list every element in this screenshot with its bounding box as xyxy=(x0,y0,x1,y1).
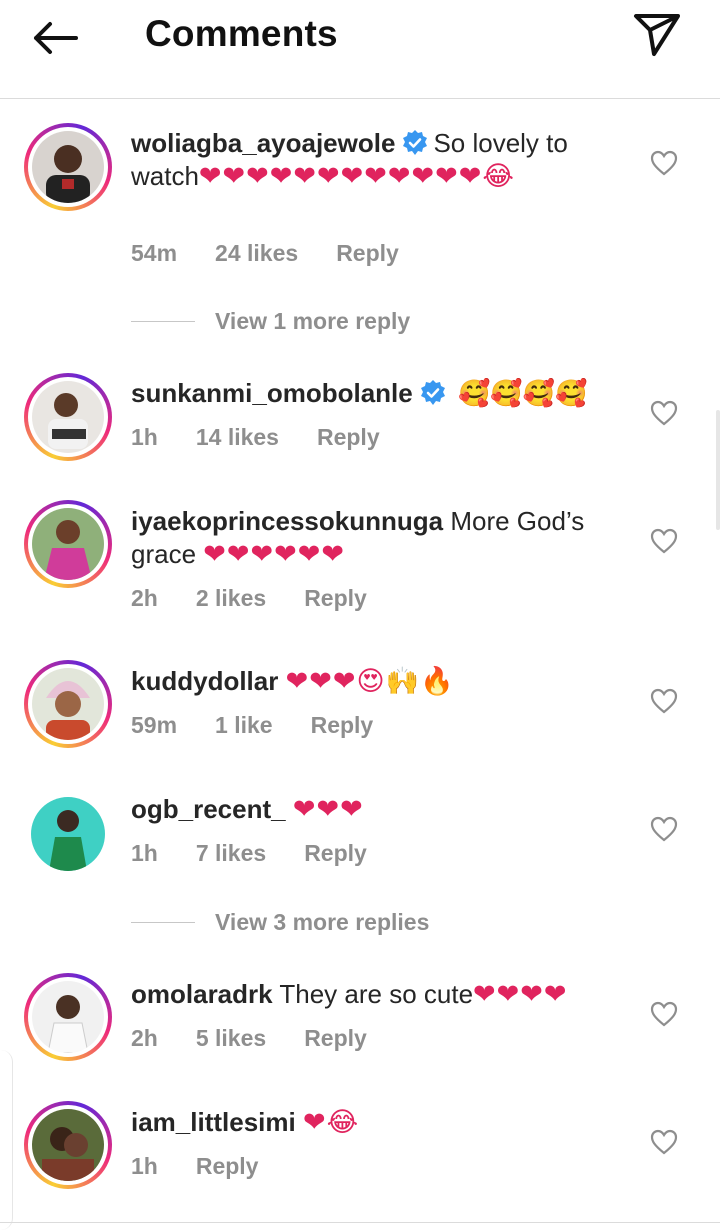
view-more-replies-button[interactable]: View 3 more replies xyxy=(131,909,429,936)
avatar xyxy=(31,797,105,871)
reply-button[interactable]: Reply xyxy=(304,585,367,611)
like-count[interactable]: 14 likes xyxy=(196,424,279,450)
divider xyxy=(131,922,195,923)
comment-time: 2h xyxy=(131,585,158,611)
reply-button[interactable]: Reply xyxy=(304,840,367,866)
paper-plane-icon xyxy=(634,14,680,56)
heart-outline-icon[interactable] xyxy=(650,816,678,842)
heart-outline-icon[interactable] xyxy=(650,1001,678,1027)
username[interactable]: sunkanmi_omobolanle xyxy=(131,378,413,408)
avatar-story-ring[interactable] xyxy=(24,373,112,461)
page-title: Comments xyxy=(145,13,338,54)
avatar-story-ring[interactable] xyxy=(24,123,112,211)
username[interactable]: ogb_recent_ xyxy=(131,794,286,824)
avatar xyxy=(32,668,104,740)
like-count[interactable]: 7 likes xyxy=(196,840,266,866)
comment-time: 54m xyxy=(131,240,178,266)
reply-button[interactable]: Reply xyxy=(317,424,380,450)
avatar-story-ring[interactable] xyxy=(24,1101,112,1189)
avatar-story-ring[interactable] xyxy=(24,500,112,588)
scrollbar[interactable] xyxy=(716,410,720,530)
view-replies-label: View 1 more reply xyxy=(215,308,411,334)
heart-outline-icon[interactable] xyxy=(650,688,678,714)
avatar-story-ring[interactable] xyxy=(24,660,112,748)
avatar xyxy=(32,981,104,1053)
like-count[interactable]: 24 likes xyxy=(215,240,298,266)
reply-button[interactable]: Reply xyxy=(196,1153,259,1179)
avatar-container[interactable] xyxy=(24,790,112,878)
comment-meta: 54m 24 likes Reply xyxy=(131,240,437,267)
verified-badge-icon xyxy=(403,130,428,155)
verified-badge-icon xyxy=(420,380,445,405)
comment-time: 59m xyxy=(131,712,178,738)
reply-button[interactable]: Reply xyxy=(311,712,374,738)
avatar xyxy=(32,508,104,580)
comment-emoji: 🥰🥰🥰🥰 xyxy=(457,379,588,409)
divider xyxy=(131,321,195,322)
comment-emoji: ❤❤❤ xyxy=(292,794,364,825)
comment-emoji: ❤❤❤😍🙌🔥 xyxy=(285,666,455,697)
comment-emoji: ❤❤❤❤ xyxy=(473,979,568,1010)
username[interactable]: iyaekoprincessokunnuga xyxy=(131,506,443,536)
like-count[interactable]: 5 likes xyxy=(196,1025,266,1051)
comment-text: They are so cute xyxy=(279,979,474,1009)
username[interactable]: kuddydollar xyxy=(131,666,278,696)
comment-meta: 1h 14 likes Reply xyxy=(131,424,418,451)
arrow-left-icon xyxy=(34,22,78,54)
reply-button[interactable]: Reply xyxy=(336,240,399,266)
avatar xyxy=(32,381,104,453)
header-bar: Comments xyxy=(0,0,720,99)
edge-panel-handle xyxy=(0,1050,13,1230)
heart-outline-icon[interactable] xyxy=(650,1129,678,1155)
heart-outline-icon[interactable] xyxy=(650,400,678,426)
comment-time: 1h xyxy=(131,1153,158,1179)
avatar xyxy=(32,1109,104,1181)
comment-meta: 2h 5 likes Reply xyxy=(131,1025,405,1052)
username[interactable]: omolaradrk xyxy=(131,979,273,1009)
username[interactable]: woliagba_ayoajewole xyxy=(131,128,395,158)
comment-emoji: ❤❤❤❤❤❤ xyxy=(203,539,346,570)
divider xyxy=(0,1222,720,1223)
like-count[interactable]: 2 likes xyxy=(196,585,266,611)
heart-outline-icon[interactable] xyxy=(650,528,678,554)
comment-time: 1h xyxy=(131,424,158,450)
comment-time: 2h xyxy=(131,1025,158,1051)
back-button[interactable] xyxy=(26,14,82,62)
view-replies-label: View 3 more replies xyxy=(215,909,430,935)
comment-meta: 59m 1 like Reply xyxy=(131,712,411,739)
avatar xyxy=(32,131,104,203)
comment-emoji: ❤😂 xyxy=(302,1107,360,1138)
heart-outline-icon[interactable] xyxy=(650,150,678,176)
comment-meta: 1h Reply xyxy=(131,1153,296,1180)
comment-meta: 2h 2 likes Reply xyxy=(131,585,405,612)
comment-emoji: ❤❤❤❤❤❤❤❤❤❤❤❤😂 xyxy=(198,161,515,192)
username[interactable]: iam_littlesimi xyxy=(131,1107,296,1137)
like-count[interactable]: 1 like xyxy=(215,712,273,738)
reply-button[interactable]: Reply xyxy=(304,1025,367,1051)
view-more-replies-button[interactable]: View 1 more reply xyxy=(131,308,410,335)
comment-meta: 1h 7 likes Reply xyxy=(131,840,405,867)
share-button[interactable] xyxy=(630,10,684,58)
avatar-story-ring[interactable] xyxy=(24,973,112,1061)
comment-time: 1h xyxy=(131,840,158,866)
